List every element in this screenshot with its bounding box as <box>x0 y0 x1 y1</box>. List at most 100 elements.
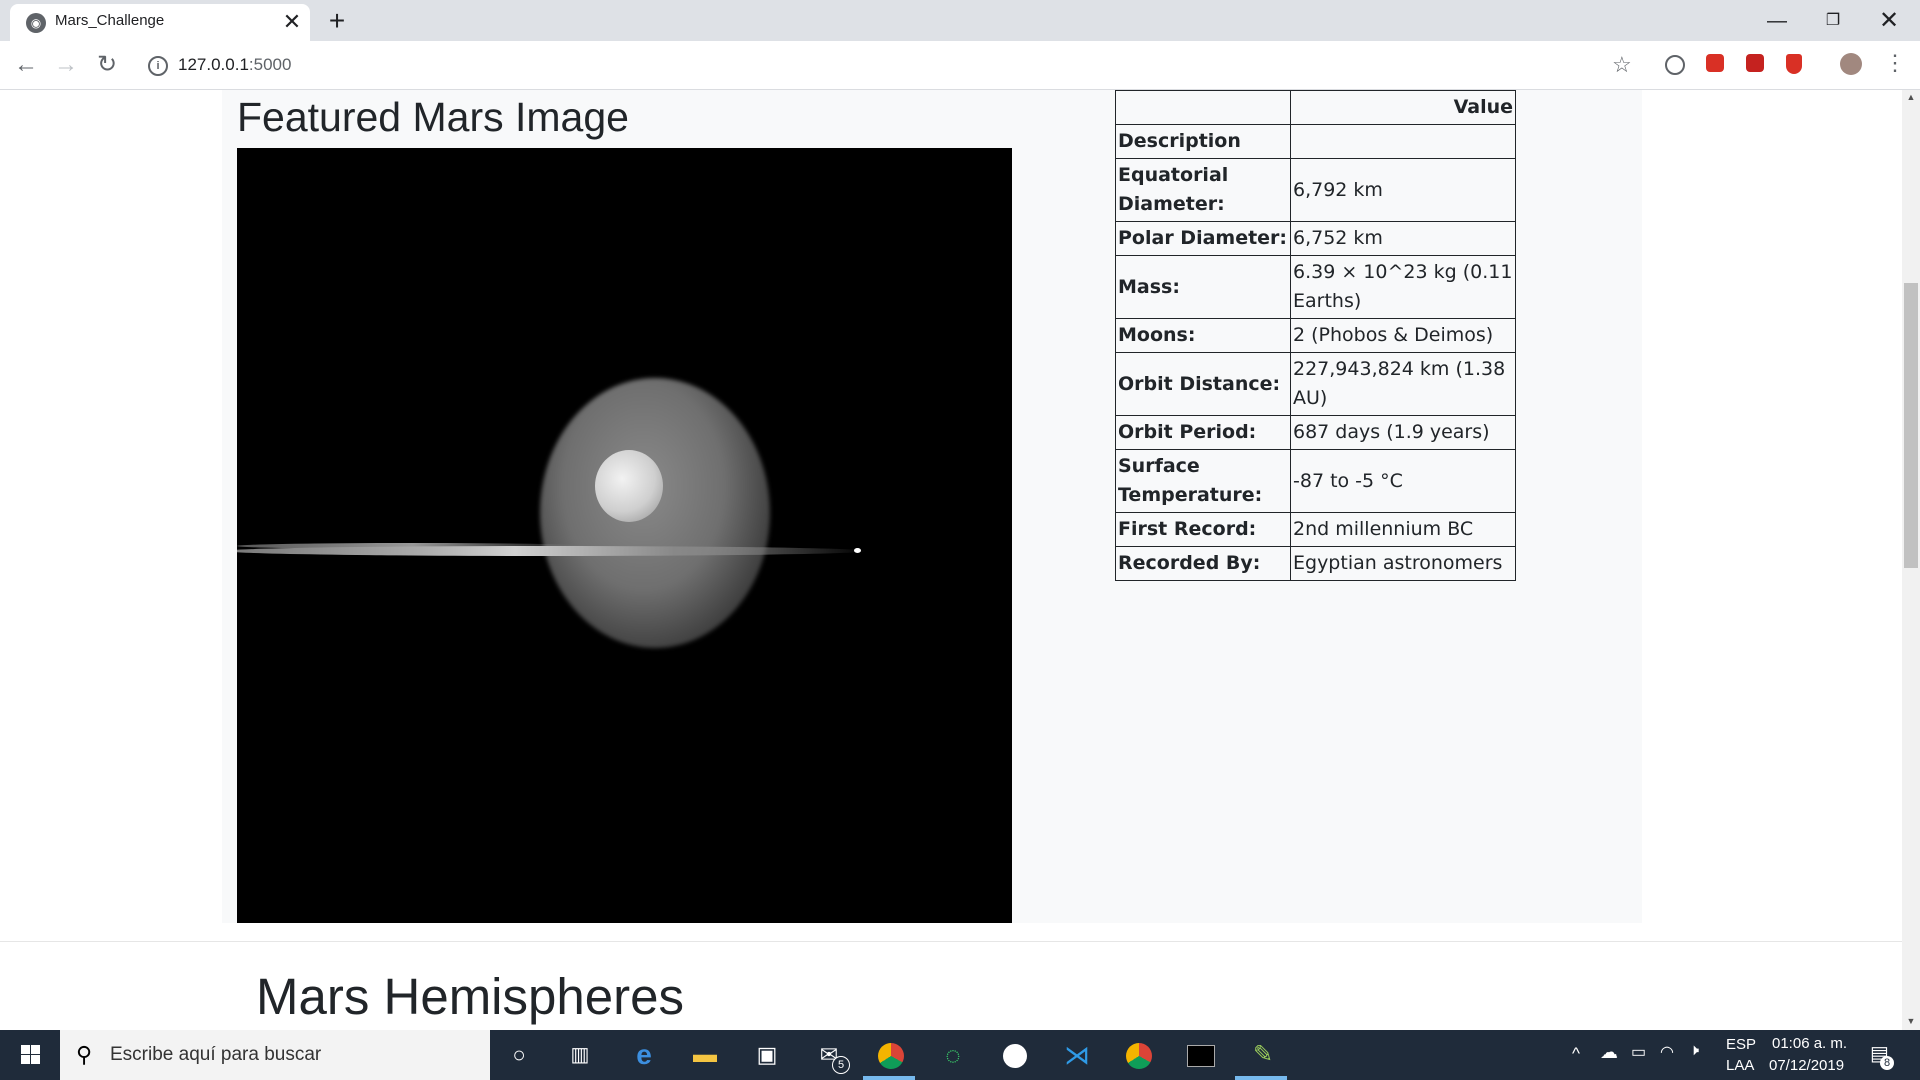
terminal-icon[interactable] <box>1184 1038 1218 1072</box>
browser-tab[interactable]: ◉ Mars_Challenge ✕ <box>10 4 310 41</box>
green-app-icon[interactable]: ◌ <box>936 1038 970 1072</box>
active-indicator <box>1235 1076 1287 1080</box>
paint-icon[interactable]: ✎ <box>1246 1038 1280 1072</box>
wifi-icon[interactable]: ◠ <box>1660 1042 1674 1062</box>
table-header-cell: Value <box>1290 90 1516 125</box>
fact-key: Polar Diameter: <box>1115 221 1291 256</box>
mongodb-icon[interactable] <box>998 1038 1032 1072</box>
chrome-icon-2[interactable] <box>1122 1038 1156 1072</box>
task-view-icon[interactable]: ▥ <box>563 1038 597 1072</box>
fact-key: Recorded By: <box>1115 546 1291 581</box>
notification-badge: 8 <box>1880 1056 1894 1070</box>
scroll-up-icon[interactable]: ▲ <box>1905 92 1917 104</box>
chrome-icon[interactable] <box>874 1038 908 1072</box>
fact-key: Orbit Distance: <box>1115 352 1291 416</box>
table-row: First Record: 2nd millennium BC <box>1115 512 1516 547</box>
search-icon: ⚲ <box>76 1042 93 1067</box>
taskbar-search-box[interactable]: ⚲ Escribe aquí para buscar <box>60 1030 490 1080</box>
table-row: Recorded By: Egyptian astronomers <box>1115 546 1516 581</box>
browser-toolbar: ← → ↻ i 127.0.0.1:5000 <box>0 41 1920 90</box>
globe-icon: ◉ <box>26 13 46 33</box>
mail-badge: 5 <box>832 1056 850 1074</box>
table-row: Mass: 6.39 × 10^23 kg (0.11 Earths) <box>1115 255 1516 319</box>
extension-icon[interactable] <box>1665 55 1685 75</box>
fact-value: 2nd millennium BC <box>1290 512 1516 547</box>
fact-value <box>1290 124 1516 159</box>
menu-icon[interactable]: ⋮ <box>1884 50 1906 76</box>
fact-key: First Record: <box>1115 512 1291 547</box>
url-host: 127.0.0.1 <box>178 55 249 74</box>
fact-value: 6,752 km <box>1290 221 1516 256</box>
fact-value: 2 (Phobos & Deimos) <box>1290 318 1516 353</box>
close-window-button[interactable]: ✕ <box>1866 2 1912 40</box>
fact-key: Mass: <box>1115 255 1291 319</box>
back-icon[interactable]: ← <box>9 49 43 81</box>
table-row: Description <box>1115 124 1516 159</box>
language-variant[interactable]: LAA <box>1726 1057 1754 1074</box>
windows-taskbar: ⚲ Escribe aquí para buscar ○ ▥ e ▬ ▣ ✉ 5… <box>0 1030 1920 1080</box>
planet-shape <box>540 378 770 648</box>
clock-date[interactable]: 07/12/2019 <box>1769 1057 1844 1074</box>
fact-value: 6.39 × 10^23 kg (0.11 Earths) <box>1290 255 1516 319</box>
url-port: :5000 <box>248 55 292 74</box>
table-row: Polar Diameter: 6,752 km <box>1115 221 1516 256</box>
table-row: Orbit Period: 687 days (1.9 years) <box>1115 415 1516 450</box>
info-icon[interactable]: i <box>148 56 168 76</box>
fact-value: Egyptian astronomers <box>1290 546 1516 581</box>
section-divider <box>0 941 1902 942</box>
fact-key: Equatorial Diameter: <box>1115 158 1291 222</box>
reload-icon[interactable]: ↻ <box>90 49 124 81</box>
search-placeholder: Escribe aquí para buscar <box>110 1044 322 1065</box>
moon-shape <box>595 450 663 522</box>
fact-value: 687 days (1.9 years) <box>1290 415 1516 450</box>
featured-image-title: Featured Mars Image <box>237 94 629 140</box>
battery-icon[interactable]: ▭ <box>1631 1042 1646 1062</box>
show-hidden-icons-icon[interactable]: ^ <box>1572 1044 1580 1064</box>
onedrive-icon[interactable]: ☁ <box>1600 1042 1618 1063</box>
fact-value: 6,792 km <box>1290 158 1516 222</box>
file-explorer-icon[interactable]: ▬ <box>688 1038 722 1072</box>
url-text[interactable]: 127.0.0.1:5000 <box>178 55 291 75</box>
vscode-icon[interactable]: ⋊ <box>1060 1038 1094 1072</box>
forward-icon[interactable]: → <box>49 49 83 81</box>
fact-key: Surface Temperature: <box>1115 449 1291 513</box>
table-header-row: Value <box>1115 90 1516 125</box>
language-code[interactable]: ESP <box>1726 1036 1756 1053</box>
address-bar[interactable]: i 127.0.0.1:5000 <box>136 46 1636 84</box>
mars-facts-table: Value Description Equatorial Diameter: 6,… <box>1115 90 1516 581</box>
scroll-thumb[interactable] <box>1904 283 1918 568</box>
windows-start-icon[interactable] <box>0 1030 60 1080</box>
fact-key: Description <box>1115 124 1291 159</box>
fact-value: -87 to -5 °C <box>1290 449 1516 513</box>
page-viewport: Featured Mars Image Value Description Eq… <box>0 90 1902 1030</box>
active-indicator <box>863 1076 915 1080</box>
tab-title: Mars_Challenge <box>55 12 165 29</box>
shield-extension-icon[interactable] <box>1786 54 1802 74</box>
fact-key: Moons: <box>1115 318 1291 353</box>
clock-time[interactable]: 01:06 a. m. <box>1772 1035 1847 1052</box>
featured-mars-image <box>237 148 1012 923</box>
page-scrollbar[interactable]: ▲ ▼ <box>1902 90 1920 1030</box>
fact-value: 227,943,824 km (1.38 AU) <box>1290 352 1516 416</box>
store-icon[interactable]: ▣ <box>750 1038 784 1072</box>
maximize-button[interactable]: ❐ <box>1810 2 1856 40</box>
cortana-icon[interactable]: ○ <box>502 1038 536 1072</box>
profile-avatar[interactable] <box>1840 53 1862 75</box>
fact-key: Orbit Period: <box>1115 415 1291 450</box>
ring-shape <box>237 546 867 556</box>
minimize-button[interactable]: — <box>1754 2 1800 40</box>
new-tab-button[interactable]: + <box>320 6 354 36</box>
small-moon-shape <box>854 548 861 553</box>
scroll-down-icon[interactable]: ▼ <box>1905 1016 1917 1028</box>
pocket-extension-icon[interactable] <box>1706 54 1724 72</box>
volume-muted-icon[interactable]: 🕨 <box>1689 1042 1699 1060</box>
bookmark-star-icon[interactable]: ☆ <box>1612 52 1632 78</box>
tab-close-icon[interactable]: ✕ <box>280 8 304 36</box>
tab-strip: ◉ Mars_Challenge ✕ + — ❐ ✕ <box>0 0 1920 41</box>
hemispheres-title: Mars Hemispheres <box>256 968 684 1025</box>
pdf-extension-icon[interactable] <box>1746 54 1764 72</box>
table-row: Orbit Distance: 227,943,824 km (1.38 AU) <box>1115 352 1516 416</box>
table-row: Moons: 2 (Phobos & Deimos) <box>1115 318 1516 353</box>
table-row: Surface Temperature: -87 to -5 °C <box>1115 449 1516 513</box>
edge-icon[interactable]: e <box>627 1038 661 1072</box>
